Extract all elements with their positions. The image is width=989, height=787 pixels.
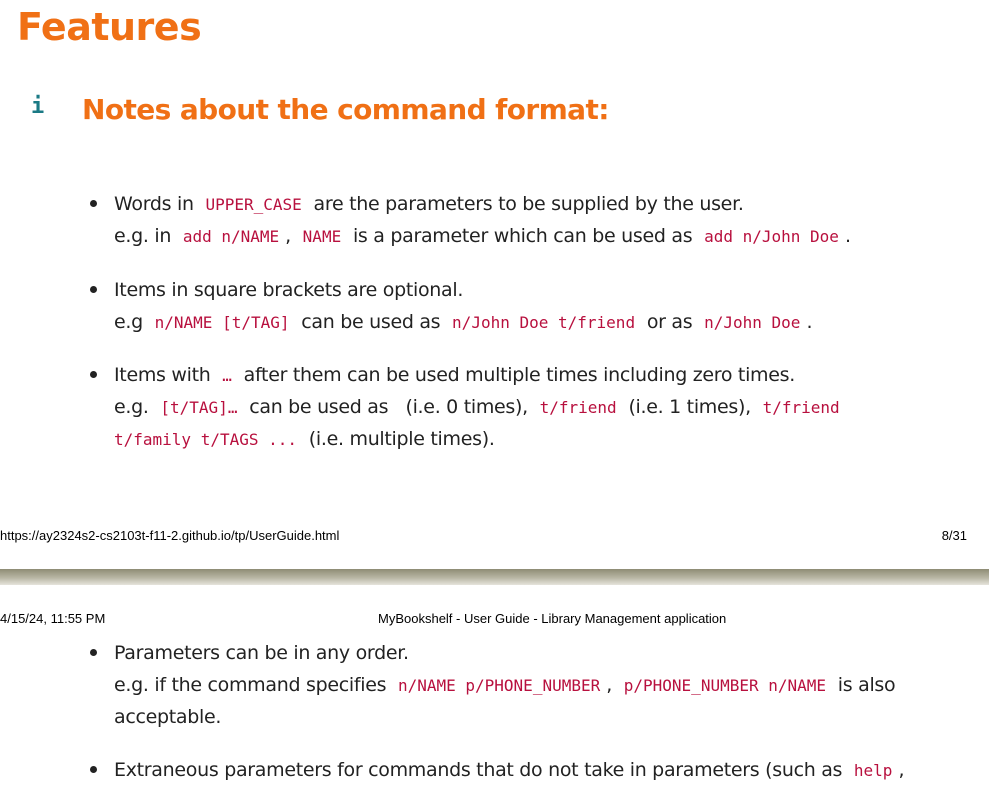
print-footer-page-number: 8/31 xyxy=(941,528,967,543)
bullet-dot xyxy=(90,286,97,293)
text: Extraneous parameters for commands that … xyxy=(114,759,843,781)
text: Items with xyxy=(114,364,211,386)
line: e.g. [t/TAG]… can be used as (i.e. 0 tim… xyxy=(114,391,974,423)
inline-code: UPPER_CASE xyxy=(205,195,302,214)
text: Parameters can be in any order. xyxy=(114,642,409,664)
inline-code: n/John Doe t/friend xyxy=(452,313,636,332)
inline-code: t/friend xyxy=(539,398,617,417)
text: Words in xyxy=(114,193,194,215)
inline-code: t/family t/TAGS ... xyxy=(114,430,298,449)
text: after them can be used multiple times in… xyxy=(243,364,796,386)
text: can be used as xyxy=(301,311,441,333)
text: e.g. in xyxy=(114,225,172,247)
text: Items in square brackets are optional. xyxy=(114,279,464,301)
inline-code: n/NAME [t/TAG] xyxy=(154,313,290,332)
text: , xyxy=(606,674,612,696)
line: e.g n/NAME [t/TAG] can be used as n/John… xyxy=(114,306,974,338)
inline-code: t/friend xyxy=(762,398,840,417)
line: acceptable. xyxy=(114,701,974,733)
print-footer-url: https://ay2324s2-cs2103t-f11-2.github.io… xyxy=(0,528,340,543)
text: are the parameters to be supplied by the… xyxy=(313,193,744,215)
line: Words in UPPER_CASE are the parameters t… xyxy=(114,188,974,220)
text: acceptable. xyxy=(114,706,222,728)
text: is also xyxy=(837,674,896,696)
line: e.g. in add n/NAME, NAME is a parameter … xyxy=(114,220,974,252)
inline-code: p/PHONE_NUMBER n/NAME xyxy=(623,676,827,695)
text: , xyxy=(898,759,905,781)
text: . xyxy=(806,311,813,333)
text: . xyxy=(844,225,851,247)
inline-code: n/NAME p/PHONE_NUMBER xyxy=(397,676,601,695)
text: , xyxy=(285,225,291,247)
text: e.g. if the command specifies xyxy=(114,674,387,696)
bullet-dot xyxy=(90,371,97,378)
line: e.g. if the command specifies n/NAME p/P… xyxy=(114,669,974,701)
inline-code: NAME xyxy=(302,227,342,246)
bullet-dot xyxy=(90,200,97,207)
section-title: Features xyxy=(17,5,202,49)
text: (i.e. 0 times), xyxy=(405,396,528,418)
line: Extraneous parameters for commands that … xyxy=(114,754,974,786)
inline-code: help xyxy=(853,761,893,780)
line: Items with … after them can be used mult… xyxy=(114,359,974,391)
inline-code: n/John Doe xyxy=(704,313,801,332)
text: (i.e. multiple times). xyxy=(308,428,495,450)
bullet-dot xyxy=(90,649,97,656)
info-icon: i xyxy=(31,94,45,119)
text: can be used as xyxy=(249,396,389,418)
inline-code: add n/John Doe xyxy=(704,227,839,246)
line: t/family t/TAGS ... (i.e. multiple times… xyxy=(114,423,974,455)
text: e.g xyxy=(114,311,143,333)
inline-code: add n/NAME xyxy=(182,227,280,246)
inline-code: [t/TAG]… xyxy=(160,398,238,417)
bullet-dot xyxy=(90,766,97,773)
text: is a parameter which can be used as xyxy=(352,225,693,247)
text: (i.e. 1 times), xyxy=(628,396,751,418)
page-break-divider xyxy=(0,569,989,585)
text: or as xyxy=(646,311,693,333)
line: Parameters can be in any order. xyxy=(114,637,974,669)
print-header-date: 4/15/24, 11:55 PM xyxy=(0,611,106,626)
inline-code: … xyxy=(222,366,232,385)
text: e.g. xyxy=(114,396,149,418)
note-title: Notes about the command format: xyxy=(82,93,609,126)
line: Items in square brackets are optional. xyxy=(114,274,974,306)
print-header-title: MyBookshelf - User Guide - Library Manag… xyxy=(378,611,727,626)
